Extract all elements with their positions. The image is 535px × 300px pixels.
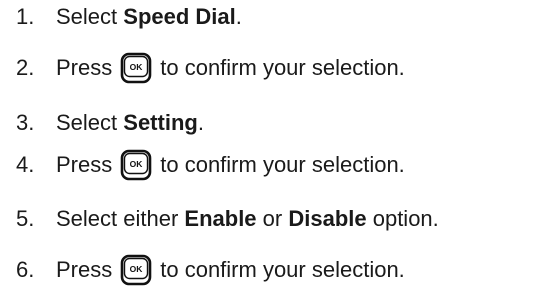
step-number: 1. [16, 4, 35, 29]
step-1: 1. Select Speed Dial. [16, 4, 242, 30]
step-number: 4. [16, 152, 35, 177]
step-number: 2. [16, 55, 35, 80]
step-text: Select Setting. [56, 110, 204, 135]
ok-key-icon: OK [120, 254, 152, 286]
ok-key-icon: OK [120, 149, 152, 181]
step-4: 4. Press OK to confirm your selection. [16, 149, 405, 181]
ok-key-icon: OK [120, 52, 152, 84]
instruction-steps: 1. Select Speed Dial. 2. Press OK to con… [0, 0, 535, 300]
step-3: 3. Select Setting. [16, 110, 204, 136]
svg-text:OK: OK [130, 62, 144, 72]
step-text: Press [56, 55, 113, 80]
step-text: to confirm your selection. [160, 152, 405, 177]
menu-option-speed-dial: Speed Dial [123, 4, 236, 29]
step-text: Select Speed Dial. [56, 4, 242, 29]
svg-text:OK: OK [130, 264, 144, 274]
step-text: to confirm your selection. [160, 257, 405, 282]
menu-option-setting: Setting [123, 110, 198, 135]
step-5: 5. Select either Enable or Disable optio… [16, 206, 439, 232]
step-2: 2. Press OK to confirm your selection. [16, 52, 405, 84]
step-number: 6. [16, 257, 35, 282]
step-number: 3. [16, 110, 35, 135]
step-text: Press [56, 152, 113, 177]
menu-option-enable: Enable [184, 206, 257, 231]
step-text: to confirm your selection. [160, 55, 405, 80]
svg-text:OK: OK [130, 159, 144, 169]
step-number: 5. [16, 206, 35, 231]
step-text: Select either Enable or Disable option. [56, 206, 439, 231]
step-text: Press [56, 257, 113, 282]
menu-option-disable: Disable [288, 206, 367, 231]
step-6: 6. Press OK to confirm your selection. [16, 254, 405, 286]
